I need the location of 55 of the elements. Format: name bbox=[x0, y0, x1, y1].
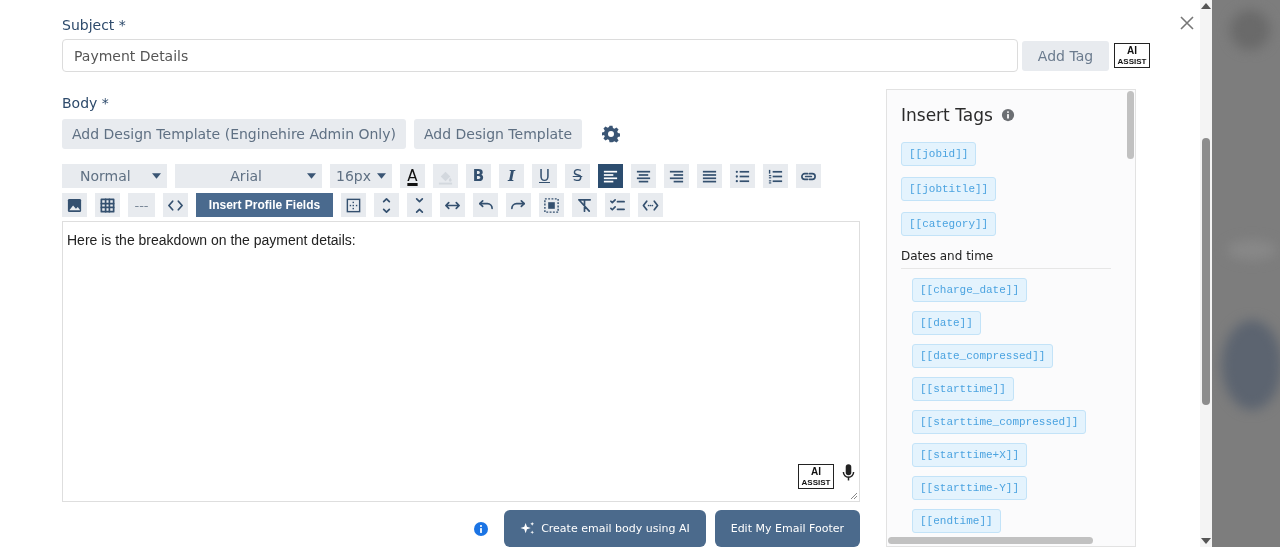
caret-icon bbox=[307, 173, 316, 179]
add-tag-button[interactable]: Add Tag bbox=[1022, 40, 1109, 71]
font-color-button[interactable]: A bbox=[400, 164, 425, 188]
dropdown[interactable]: 16px bbox=[330, 164, 392, 188]
table-icon[interactable] bbox=[99, 196, 116, 214]
body-label: Body * bbox=[62, 94, 109, 112]
tag-chip[interactable]: [[starttime]] bbox=[912, 377, 1014, 401]
dropdown[interactable]: Arial bbox=[175, 164, 322, 188]
underline-button[interactable]: U bbox=[532, 164, 557, 188]
numbered-list-icon[interactable] bbox=[767, 167, 784, 185]
tag-chip[interactable]: [[endtime]] bbox=[912, 509, 1001, 533]
insert-profile-fields-button[interactable]: Insert Profile Fields bbox=[196, 193, 333, 217]
select-all-icon[interactable] bbox=[543, 196, 560, 214]
info-icon[interactable] bbox=[1000, 108, 1015, 122]
resize-handle-icon[interactable] bbox=[850, 492, 858, 500]
template-button[interactable]: Add Design Template bbox=[414, 119, 583, 149]
panel-title: Insert Tags bbox=[901, 105, 993, 125]
tag-chip[interactable]: [[date]] bbox=[912, 311, 981, 335]
editor-area[interactable]: Here is the breakdown on the payment details: AI ASSIST bbox=[62, 221, 860, 502]
template-button[interactable]: Add Design Template (Enginehire Admin Only) bbox=[62, 119, 406, 149]
subject-label: Subject * bbox=[62, 16, 126, 34]
microphone-icon[interactable] bbox=[842, 464, 855, 483]
group-heading: Dates and time bbox=[901, 249, 1111, 269]
caret-icon bbox=[377, 173, 386, 179]
scrollbar[interactable] bbox=[1127, 91, 1134, 159]
ai-assist-button[interactable]: AI ASSIST bbox=[798, 464, 834, 489]
ai-assist-button[interactable]: AI ASSIST bbox=[1114, 43, 1150, 68]
tag-chip[interactable]: [[date_compressed]] bbox=[912, 344, 1054, 368]
settings-icon[interactable] bbox=[602, 125, 621, 143]
tag-chip[interactable]: [[starttime_compressed]] bbox=[912, 410, 1087, 434]
tag-chip[interactable]: [[charge_date]] bbox=[912, 278, 1028, 302]
grid-select-icon[interactable] bbox=[345, 196, 362, 214]
checklist-icon[interactable] bbox=[609, 196, 626, 214]
edit-footer-button[interactable]: Edit My Email Footer bbox=[714, 510, 860, 547]
subject-field[interactable]: Payment Details bbox=[62, 39, 1018, 72]
clear-format-icon[interactable] bbox=[576, 196, 593, 214]
tag-chip[interactable]: [[category]] bbox=[901, 212, 997, 236]
horizontal-rule-button[interactable]: --- bbox=[128, 193, 155, 217]
editor-text: Here is the breakdown on the payment details: bbox=[66, 231, 357, 250]
bold-button[interactable]: B bbox=[466, 164, 491, 188]
tag-chip[interactable]: [[starttime-Y]] bbox=[912, 476, 1028, 500]
close-icon[interactable] bbox=[1180, 16, 1194, 30]
create-with-ai-button[interactable]: Create email body using AI bbox=[504, 510, 706, 547]
strikethrough-button[interactable]: S bbox=[565, 164, 590, 188]
sparkle-icon bbox=[520, 521, 536, 536]
tag-chip[interactable]: [[jobid]] bbox=[901, 142, 977, 166]
scrollbar[interactable] bbox=[1200, 0, 1212, 547]
tag-chip[interactable]: [[starttime+X]] bbox=[912, 443, 1028, 467]
tag-chip[interactable]: [[jobtitle]] bbox=[901, 177, 997, 201]
dropdown[interactable]: Normal bbox=[62, 164, 167, 188]
info-icon[interactable] bbox=[474, 521, 489, 536]
caret-icon bbox=[152, 173, 161, 179]
italic-button[interactable]: I bbox=[499, 164, 524, 188]
image-icon[interactable] bbox=[66, 196, 83, 214]
scrollbar[interactable] bbox=[888, 537, 1093, 544]
